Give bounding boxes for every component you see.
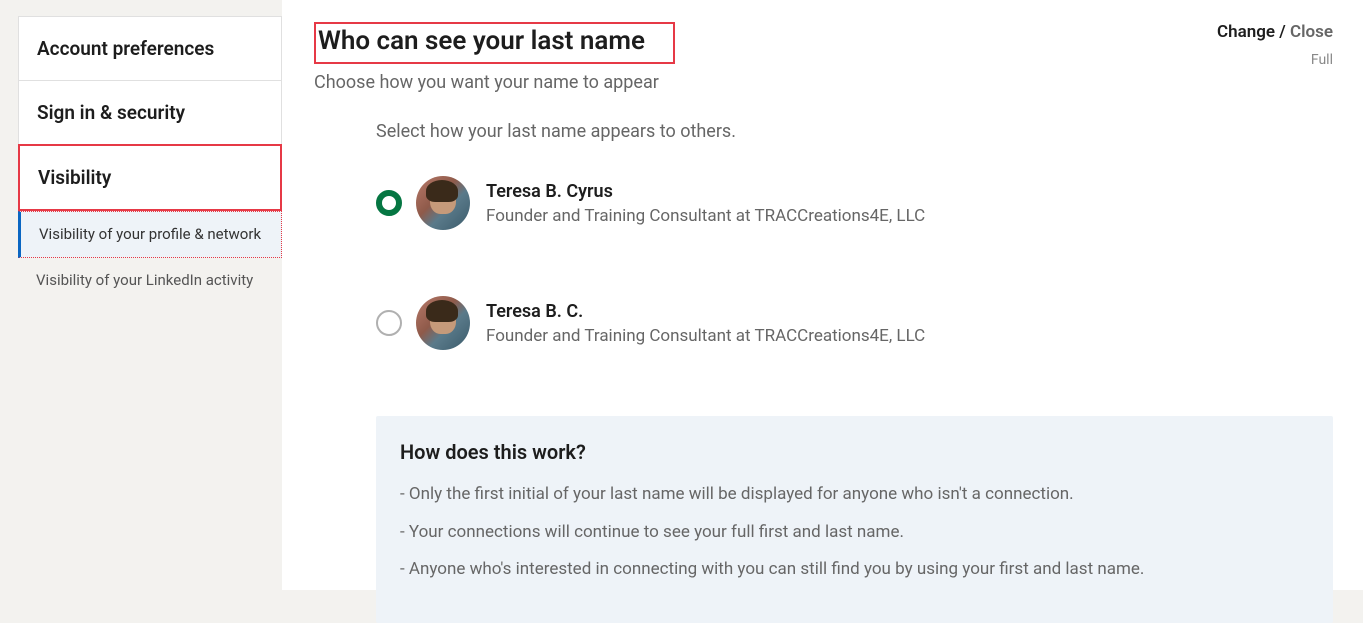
avatar — [416, 296, 470, 350]
sidebar-sub-list: Visibility of your profile & network Vis… — [18, 211, 282, 303]
option-text: Teresa B. Cyrus Founder and Training Con… — [486, 181, 925, 226]
slash-separator: / — [1275, 22, 1290, 42]
option-initial-name[interactable]: Teresa B. C. Founder and Training Consul… — [376, 296, 1333, 350]
full-label: Full — [1217, 52, 1333, 68]
main-content: Who can see your last name Choose how yo… — [282, 0, 1363, 590]
option-name-label: Teresa B. C. — [486, 301, 925, 322]
change-link[interactable]: Change — [1217, 22, 1275, 42]
sidebar-item-account-preferences[interactable]: Account preferences — [19, 17, 281, 81]
change-close-controls: Change / Close — [1217, 22, 1333, 42]
info-line: - Anyone who's interested in connecting … — [400, 557, 1309, 583]
option-desc-label: Founder and Training Consultant at TRACC… — [486, 206, 925, 226]
avatar — [416, 176, 470, 230]
option-name-label: Teresa B. Cyrus — [486, 181, 925, 202]
sidebar-item-sign-in-security[interactable]: Sign in & security — [19, 81, 281, 145]
header-right: Change / Close Full — [1217, 22, 1333, 68]
instruction-text: Select how your last name appears to oth… — [376, 121, 1333, 142]
sidebar-sub-item-linkedin-activity[interactable]: Visibility of your LinkedIn activity — [18, 258, 282, 303]
sidebar: Account preferences Sign in & security V… — [0, 0, 282, 590]
sidebar-item-visibility[interactable]: Visibility — [18, 144, 282, 211]
page-subtitle: Choose how you want your name to appear — [314, 72, 1217, 93]
page-title: Who can see your last name — [314, 22, 675, 64]
option-text: Teresa B. C. Founder and Training Consul… — [486, 301, 925, 346]
info-box: How does this work? - Only the first ini… — [376, 416, 1333, 623]
sidebar-card: Account preferences Sign in & security V… — [18, 16, 282, 211]
header-row: Who can see your last name Choose how yo… — [314, 22, 1333, 93]
radio-full-name[interactable] — [376, 190, 402, 216]
sidebar-sub-item-profile-network[interactable]: Visibility of your profile & network — [18, 211, 282, 258]
option-desc-label: Founder and Training Consultant at TRACC… — [486, 326, 925, 346]
name-options: Teresa B. Cyrus Founder and Training Con… — [376, 176, 1333, 350]
header-left: Who can see your last name Choose how yo… — [314, 22, 1217, 93]
radio-initial-name[interactable] — [376, 310, 402, 336]
close-link[interactable]: Close — [1290, 22, 1333, 42]
info-title: How does this work? — [400, 440, 1309, 464]
info-line: - Only the first initial of your last na… — [400, 482, 1309, 508]
option-full-name[interactable]: Teresa B. Cyrus Founder and Training Con… — [376, 176, 1333, 230]
info-line: - Your connections will continue to see … — [400, 520, 1309, 546]
